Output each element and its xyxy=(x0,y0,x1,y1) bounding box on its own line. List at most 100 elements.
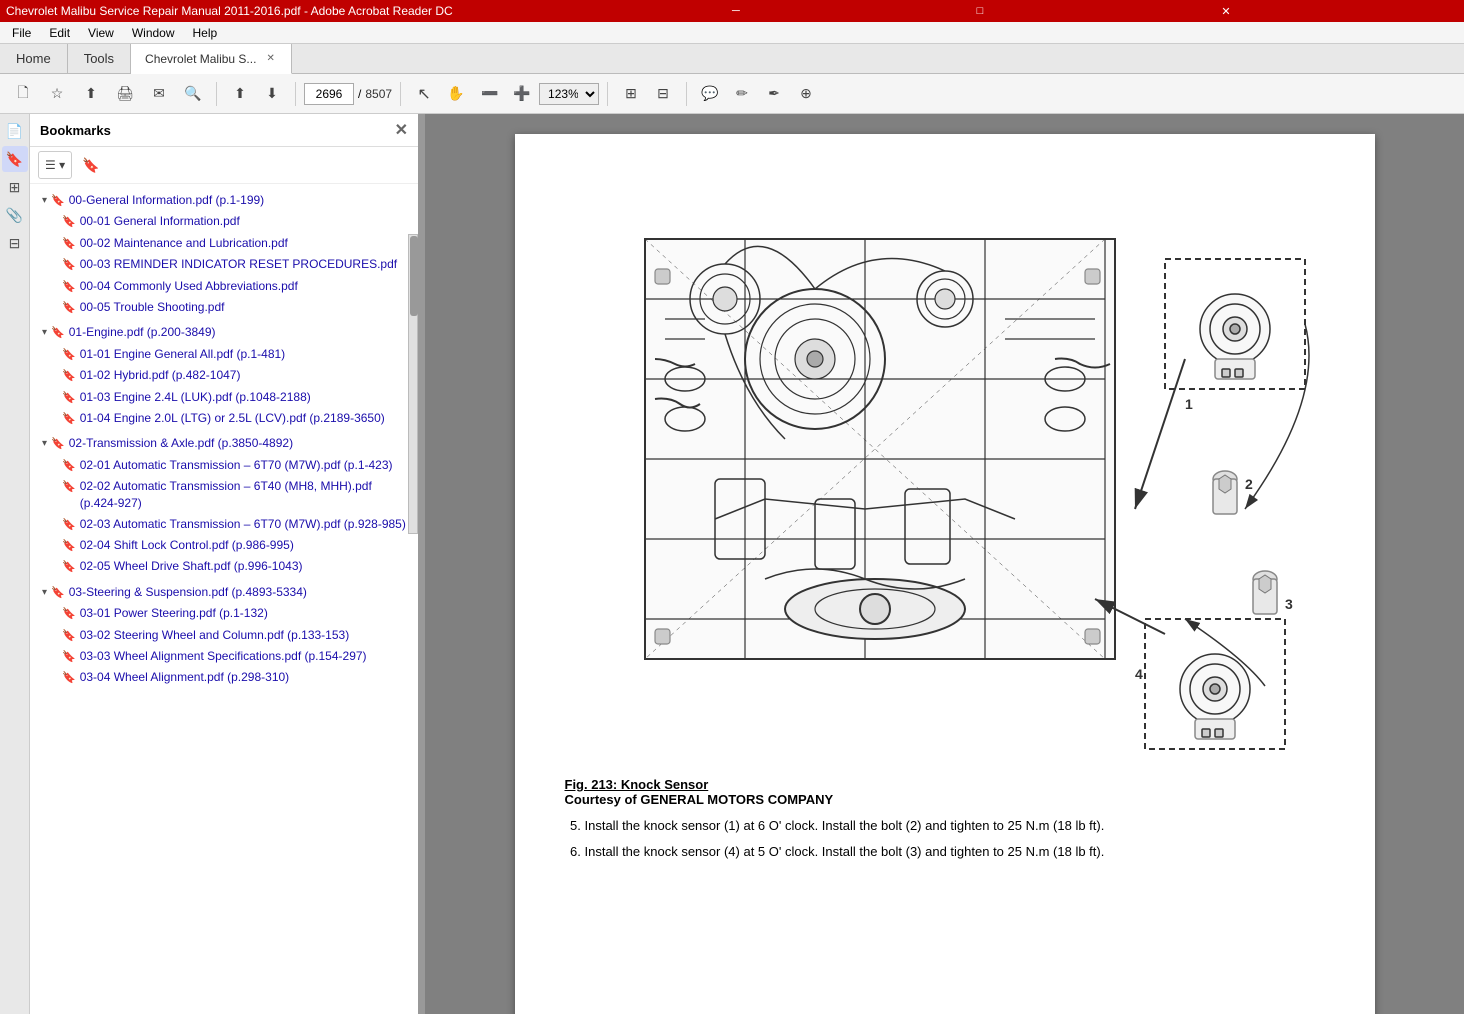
side-icon-bookmark[interactable]: 🔖 xyxy=(2,146,28,172)
bookmark-item-00-03[interactable]: 🔖 00-03 REMINDER INDICATOR RESET PROCEDU… xyxy=(54,254,418,275)
upload-btn[interactable]: ⬆ xyxy=(76,80,106,108)
bk-icon: 🔖 xyxy=(62,650,76,665)
bookmark-item-00-01[interactable]: 🔖 00-01 General Information.pdf xyxy=(54,211,418,232)
zoom-in-btn2[interactable]: ➕ xyxy=(507,80,537,108)
menu-view[interactable]: View xyxy=(80,24,122,42)
tab-close-btn[interactable]: ✕ xyxy=(264,53,276,64)
bookmark-label-02[interactable]: 02-Transmission & Axle.pdf (p.3850-4892) xyxy=(69,435,293,452)
email-btn[interactable]: ✉ xyxy=(144,80,174,108)
bk-text-03-04[interactable]: 03-04 Wheel Alignment.pdf (p.298-310) xyxy=(80,669,289,686)
bookmark-item-01-04[interactable]: 🔖 01-04 Engine 2.0L (LTG) or 2.5L (LCV).… xyxy=(54,408,418,429)
bookmark-section-01-header[interactable]: ▾ 🔖 01-Engine.pdf (p.200-3849) xyxy=(30,322,418,343)
bk-text-01-01[interactable]: 01-01 Engine General All.pdf (p.1-481) xyxy=(80,346,285,363)
bookmark-item-00-04[interactable]: 🔖 00-04 Commonly Used Abbreviations.pdf xyxy=(54,276,418,297)
page-number-input[interactable] xyxy=(304,83,354,105)
nav-tab-home[interactable]: Home xyxy=(0,44,68,73)
bookmark-item-02-04[interactable]: 🔖 02-04 Shift Lock Control.pdf (p.986-99… xyxy=(54,535,418,556)
close-btn[interactable]: ✕ xyxy=(1221,5,1458,18)
bookmark-item-01-01[interactable]: 🔖 01-01 Engine General All.pdf (p.1-481) xyxy=(54,344,418,365)
bookmark-item-00-05[interactable]: 🔖 00-05 Trouble Shooting.pdf xyxy=(54,297,418,318)
print-btn[interactable]: 🖨 xyxy=(110,80,140,108)
menu-help[interactable]: Help xyxy=(185,24,226,42)
bk-text-02-04[interactable]: 02-04 Shift Lock Control.pdf (p.986-995) xyxy=(80,537,294,554)
bookmark-item-02-05[interactable]: 🔖 02-05 Wheel Drive Shaft.pdf (p.996-104… xyxy=(54,556,418,577)
bk-text-00-01[interactable]: 00-01 General Information.pdf xyxy=(80,213,240,230)
bookmark-add-btn[interactable]: 🔖 xyxy=(76,151,106,179)
bk-text-02-01[interactable]: 02-01 Automatic Transmission – 6T70 (M7W… xyxy=(80,457,393,474)
label-2: 2 xyxy=(1245,476,1253,492)
nav-tab-tools[interactable]: Tools xyxy=(68,44,131,73)
bk-text-00-02[interactable]: 00-02 Maintenance and Lubrication.pdf xyxy=(80,235,288,252)
menu-edit[interactable]: Edit xyxy=(41,24,78,42)
bookmark-star-btn[interactable]: ☆ xyxy=(42,80,72,108)
zoom-select[interactable]: 123% 100% 75% 50% xyxy=(539,83,599,105)
bk-text-01-03[interactable]: 01-03 Engine 2.4L (LUK).pdf (p.1048-2188… xyxy=(80,389,311,406)
bookmarks-header: Bookmarks ✕ xyxy=(30,114,418,147)
bk-icon: 🔖 xyxy=(62,258,76,273)
zoom-in-btn[interactable]: 🔍 xyxy=(178,80,208,108)
hand-tool-btn[interactable]: ✋ xyxy=(441,80,471,108)
bk-text-00-04[interactable]: 00-04 Commonly Used Abbreviations.pdf xyxy=(80,278,298,295)
side-icon-file[interactable]: 📄 xyxy=(2,118,28,144)
two-page-btn[interactable]: ⊟ xyxy=(648,80,678,108)
next-page-btn[interactable]: ⬇ xyxy=(257,80,287,108)
bk-text-00-05[interactable]: 00-05 Trouble Shooting.pdf xyxy=(80,299,225,316)
more-tools-btn[interactable]: ⊕ xyxy=(791,80,821,108)
bk-text-03-03[interactable]: 03-03 Wheel Alignment Specifications.pdf… xyxy=(80,648,367,665)
side-icon-attachments[interactable]: 📎 xyxy=(2,202,28,228)
scrollbar-thumb[interactable] xyxy=(410,236,418,316)
bookmark-item-03-04[interactable]: 🔖 03-04 Wheel Alignment.pdf (p.298-310) xyxy=(54,667,418,688)
new-btn[interactable]: 🗋 xyxy=(8,80,38,108)
draw-btn[interactable]: ✒ xyxy=(759,80,789,108)
prev-page-btn[interactable]: ⬆ xyxy=(225,80,255,108)
toggle-icon-03[interactable]: ▾ xyxy=(42,586,47,600)
bookmarks-list[interactable]: ▾ 🔖 00-General Information.pdf (p.1-199)… xyxy=(30,184,418,1014)
bookmark-label-01[interactable]: 01-Engine.pdf (p.200-3849) xyxy=(69,324,216,341)
bookmark-item-03-03[interactable]: 🔖 03-03 Wheel Alignment Specifications.p… xyxy=(54,646,418,667)
bookmark-label-03[interactable]: 03-Steering & Suspension.pdf (p.4893-533… xyxy=(69,584,307,601)
bookmark-options-btn[interactable]: ☰ ▾ xyxy=(38,151,72,179)
bookmarks-scrollbar[interactable] xyxy=(408,234,418,534)
bk-text-01-04[interactable]: 01-04 Engine 2.0L (LTG) or 2.5L (LCV).pd… xyxy=(80,410,385,427)
bk-text-01-02[interactable]: 01-02 Hybrid.pdf (p.482-1047) xyxy=(80,367,241,384)
toggle-icon-01[interactable]: ▾ xyxy=(42,326,47,340)
minimize-btn[interactable]: ─ xyxy=(732,5,969,18)
doc-tab-malibu[interactable]: Chevrolet Malibu S... ✕ xyxy=(131,44,292,74)
toggle-icon-00[interactable]: ▾ xyxy=(42,194,47,208)
fit-page-btn[interactable]: ⊞ xyxy=(616,80,646,108)
bk-text-03-01[interactable]: 03-01 Power Steering.pdf (p.1-132) xyxy=(80,605,268,622)
maximize-btn[interactable]: □ xyxy=(977,5,1214,18)
bookmark-item-02-02[interactable]: 🔖 02-02 Automatic Transmission – 6T40 (M… xyxy=(54,476,418,514)
figure-caption-text: Fig. 213: Knock Sensor xyxy=(565,777,709,792)
bk-text-00-03[interactable]: 00-03 REMINDER INDICATOR RESET PROCEDURE… xyxy=(80,256,397,273)
bookmark-section-03-header[interactable]: ▾ 🔖 03-Steering & Suspension.pdf (p.4893… xyxy=(30,582,418,603)
bk-text-02-03[interactable]: 02-03 Automatic Transmission – 6T70 (M7W… xyxy=(80,516,406,533)
comment-btn[interactable]: 💬 xyxy=(695,80,725,108)
bookmark-item-03-01[interactable]: 🔖 03-01 Power Steering.pdf (p.1-132) xyxy=(54,603,418,624)
bookmark-section-02-header[interactable]: ▾ 🔖 02-Transmission & Axle.pdf (p.3850-4… xyxy=(30,433,418,454)
bookmark-item-01-03[interactable]: 🔖 01-03 Engine 2.4L (LUK).pdf (p.1048-21… xyxy=(54,387,418,408)
bk-icon: 🔖 xyxy=(62,560,76,575)
menu-file[interactable]: File xyxy=(4,24,39,42)
bk-text-02-05[interactable]: 02-05 Wheel Drive Shaft.pdf (p.996-1043) xyxy=(80,558,303,575)
bk-text-03-02[interactable]: 03-02 Steering Wheel and Column.pdf (p.1… xyxy=(80,627,350,644)
bookmark-label-00[interactable]: 00-General Information.pdf (p.1-199) xyxy=(69,192,264,209)
window-controls: ─ □ ✕ xyxy=(732,5,1458,18)
side-icon-layers[interactable]: ⊞ xyxy=(2,174,28,200)
bookmarks-close-btn[interactable]: ✕ xyxy=(395,120,408,140)
bookmark-section-00-header[interactable]: ▾ 🔖 00-General Information.pdf (p.1-199) xyxy=(30,190,418,211)
select-tool-btn[interactable]: ↖ xyxy=(409,80,439,108)
bk-text-02-02[interactable]: 02-02 Automatic Transmission – 6T40 (MH8… xyxy=(80,478,410,512)
pdf-content-area[interactable]: 1 4 xyxy=(425,114,1464,1014)
zoom-out-btn[interactable]: ➖ xyxy=(475,80,505,108)
bookmark-item-02-03[interactable]: 🔖 02-03 Automatic Transmission – 6T70 (M… xyxy=(54,514,418,535)
bookmark-item-03-02[interactable]: 🔖 03-02 Steering Wheel and Column.pdf (p… xyxy=(54,625,418,646)
bookmark-item-01-02[interactable]: 🔖 01-02 Hybrid.pdf (p.482-1047) xyxy=(54,365,418,386)
highlight-btn[interactable]: ✏ xyxy=(727,80,757,108)
side-icon-pages[interactable]: ⊟ xyxy=(2,230,28,256)
toggle-icon-02[interactable]: ▾ xyxy=(42,437,47,451)
bookmark-item-00-02[interactable]: 🔖 00-02 Maintenance and Lubrication.pdf xyxy=(54,233,418,254)
bookmark-section-02: ▾ 🔖 02-Transmission & Axle.pdf (p.3850-4… xyxy=(30,431,418,580)
bookmark-item-02-01[interactable]: 🔖 02-01 Automatic Transmission – 6T70 (M… xyxy=(54,455,418,476)
menu-window[interactable]: Window xyxy=(124,24,183,42)
